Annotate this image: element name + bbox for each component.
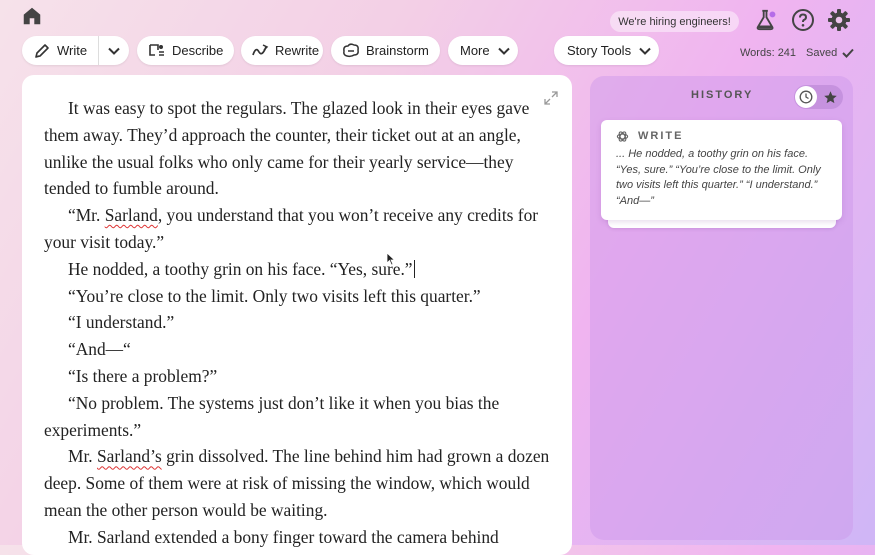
misspelled-word[interactable]: Sarland	[105, 205, 158, 225]
chevron-down-icon	[497, 47, 510, 55]
paragraph: It was easy to spot the regulars. The gl…	[44, 98, 530, 199]
paragraph: “And—“	[68, 339, 131, 360]
brainstorm-label: Brainstorm	[366, 43, 429, 58]
more-button[interactable]: More	[448, 36, 518, 65]
rewrite-button[interactable]: Rewrite	[241, 36, 323, 65]
paragraph: Mr. Sarland’s grin dissolved. The line b…	[44, 446, 550, 520]
expand-icon	[544, 91, 558, 105]
write-label: Write	[57, 43, 88, 58]
chevron-down-icon	[108, 47, 120, 55]
describe-button[interactable]: Describe	[137, 36, 234, 65]
help-button[interactable]	[791, 8, 815, 32]
paragraph: “Mr. Sarland, you understand that you wo…	[44, 205, 539, 252]
describe-label: Describe	[172, 43, 224, 58]
paragraph: “You’re close to the limit. Only two vis…	[68, 285, 481, 306]
rewrite-icon	[251, 42, 269, 60]
write-button-group: Write	[22, 36, 129, 65]
paragraph: “I understand.”	[68, 312, 175, 333]
home-icon	[23, 7, 41, 25]
mouse-pointer-icon	[386, 252, 396, 266]
expand-button[interactable]	[543, 87, 559, 105]
labs-button[interactable]	[754, 8, 778, 32]
word-count: Words: 241	[740, 47, 797, 59]
write-button[interactable]: Write	[22, 36, 99, 65]
history-card-type: WRITE	[638, 130, 684, 142]
openai-icon	[616, 130, 629, 142]
brainstorm-button[interactable]: Brainstorm	[331, 36, 440, 65]
history-card-excerpt: ... He nodded, a toothy grin on his face…	[616, 148, 821, 207]
check-icon	[842, 48, 854, 58]
history-card-header: WRITE	[616, 129, 830, 143]
brainstorm-icon	[342, 42, 360, 60]
home-button[interactable]	[20, 4, 44, 28]
starred-filter-button[interactable]	[819, 86, 841, 108]
misspelled-word[interactable]: Sarland’s	[97, 446, 162, 466]
paragraph: “Is there a problem?”	[68, 365, 218, 386]
save-status: Saved	[806, 47, 854, 59]
rewrite-label: Rewrite	[275, 43, 320, 58]
more-label: More	[460, 43, 490, 58]
settings-button[interactable]	[827, 8, 851, 32]
paragraph: He nodded, a toothy grin on his face. “Y…	[68, 258, 415, 279]
hiring-badge[interactable]: We're hiring engineers!	[610, 11, 739, 32]
write-options-button[interactable]	[99, 36, 129, 65]
pen-icon	[33, 42, 51, 60]
editor[interactable]: It was easy to spot the regulars. The gl…	[22, 75, 572, 555]
paragraph: Mr. Sarland extended a bony finger towar…	[68, 526, 499, 547]
describe-icon	[148, 42, 166, 60]
clock-icon	[799, 90, 813, 104]
history-title: HISTORY	[691, 89, 754, 101]
chevron-down-icon	[639, 47, 651, 55]
flask-icon	[756, 9, 776, 31]
history-filter-toggle	[794, 85, 843, 109]
help-icon	[792, 9, 814, 31]
paragraph: “No problem. The systems just don’t like…	[44, 392, 500, 440]
recent-filter-button[interactable]	[795, 86, 817, 108]
text-cursor	[413, 259, 415, 278]
story-tools-label: Story Tools	[567, 43, 632, 58]
star-icon	[823, 90, 837, 103]
save-status-label: Saved	[806, 47, 838, 59]
gear-icon	[828, 9, 850, 31]
story-tools-button[interactable]: Story Tools	[554, 36, 659, 65]
history-card[interactable]: WRITE ... He nodded, a toothy grin on hi…	[601, 120, 842, 220]
